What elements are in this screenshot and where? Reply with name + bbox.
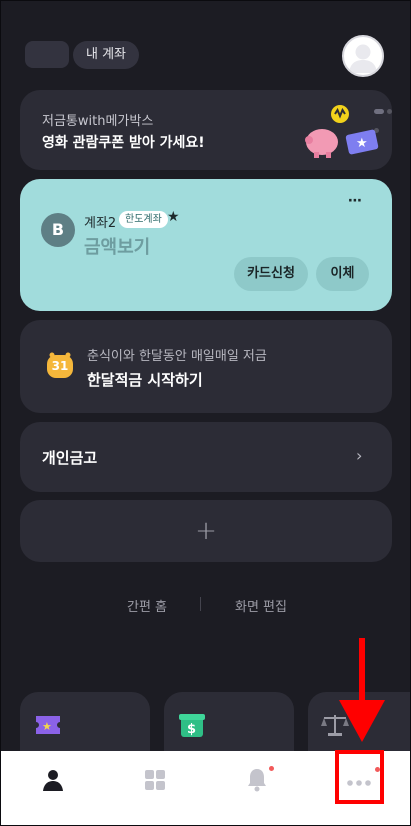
view-balance-text[interactable]: 금액보기 bbox=[84, 233, 150, 259]
card-apply-button[interactable]: 카드신청 bbox=[234, 257, 308, 291]
add-item-card[interactable]: + bbox=[20, 500, 392, 562]
promo-banner[interactable]: 저금통with메가박스 영화 관람쿠폰 받아 가세요! ★ bbox=[20, 90, 392, 170]
money-gift-icon: $ bbox=[179, 714, 205, 737]
savings-subtitle: 춘식이와 한달동안 매일매일 저금 bbox=[87, 349, 267, 364]
account-card[interactable]: B 계좌2 한도계좌 ★ 금액보기 ⋯ 카드신청 이체 bbox=[20, 179, 392, 311]
edit-screen-link[interactable]: 화면 편집 bbox=[235, 596, 287, 615]
account-name: 계좌2 bbox=[84, 216, 117, 231]
chevron-right-icon: › bbox=[356, 446, 363, 465]
grid-icon bbox=[145, 770, 165, 790]
bank-logo-icon: B bbox=[41, 213, 75, 247]
simple-home-link[interactable]: 간편 홈 bbox=[127, 596, 167, 615]
highlight-box bbox=[335, 750, 384, 804]
piggy-bank-ticket-icon: ★ bbox=[305, 105, 379, 158]
card-more-icon[interactable]: ⋯ bbox=[348, 193, 363, 209]
plus-icon: + bbox=[195, 516, 217, 546]
svg-text:★: ★ bbox=[42, 720, 52, 733]
app-logo bbox=[25, 41, 69, 68]
favorite-star-icon[interactable]: ★ bbox=[167, 209, 180, 225]
app-screen: 내 계좌 저금통with메가박스 영화 관람쿠폰 받아 가세요! ★ B 계좌2… bbox=[0, 0, 411, 826]
calendar-day: 31 bbox=[51, 359, 69, 373]
bell-icon bbox=[248, 769, 266, 792]
limit-account-badge: 한도계좌 bbox=[119, 211, 168, 228]
nav-home-tab[interactable] bbox=[28, 765, 78, 795]
promo-subtitle: 저금통with메가박스 bbox=[42, 114, 154, 129]
link-divider bbox=[200, 597, 201, 611]
profile-avatar[interactable] bbox=[342, 35, 384, 77]
arrow-down-icon bbox=[339, 638, 385, 742]
ticket-icon: ★ bbox=[36, 716, 60, 734]
safebox-title: 개인금고 bbox=[42, 449, 98, 467]
bell-badge bbox=[269, 766, 274, 771]
personal-safebox-card[interactable]: 개인금고 › bbox=[20, 422, 392, 492]
nav-notification-tab[interactable] bbox=[232, 765, 282, 795]
nav-menu-tab[interactable] bbox=[130, 765, 180, 795]
promo-title: 영화 관람쿠폰 받아 가세요! bbox=[42, 135, 205, 151]
avatar-person-icon bbox=[349, 44, 377, 73]
savings-title: 한달적금 시작하기 bbox=[87, 371, 203, 389]
person-icon bbox=[43, 770, 63, 791]
my-account-chip[interactable]: 내 계좌 bbox=[73, 41, 140, 69]
svg-text:★: ★ bbox=[356, 136, 368, 151]
transfer-button[interactable]: 이체 bbox=[316, 257, 369, 291]
monthly-savings-card[interactable]: 31 춘식이와 한달동안 매일매일 저금 한달적금 시작하기 bbox=[20, 320, 392, 413]
svg-text:$: $ bbox=[187, 722, 196, 737]
